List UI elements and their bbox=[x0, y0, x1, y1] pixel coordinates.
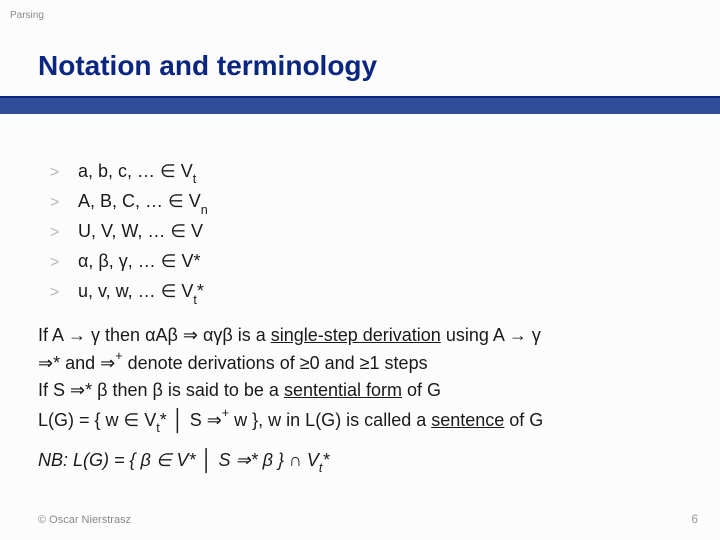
chevron-icon: > bbox=[50, 191, 78, 216]
notation-list: > a, b, c, … ∈ Vt > A, B, C, … ∈ Vn > U,… bbox=[50, 158, 208, 309]
page-title: Notation and terminology bbox=[38, 50, 377, 82]
body-line: If A → γ then αAβ ⇒ αγβ is a single-step… bbox=[38, 322, 700, 349]
list-text: u, v, w, … ∈ Vt* bbox=[78, 278, 204, 308]
nb-line: NB: L(G) = { β ∈ V* │ S ⇒* β } ∩ Vt* bbox=[38, 448, 329, 474]
title-rule bbox=[0, 96, 720, 114]
list-text: a, b, c, … ∈ Vt bbox=[78, 158, 196, 188]
chevron-icon: > bbox=[50, 281, 78, 306]
copyright: © Oscar Nierstrasz bbox=[38, 514, 131, 526]
list-item: > α, β, γ, … ∈ V* bbox=[50, 248, 208, 278]
list-item: > a, b, c, … ∈ Vt bbox=[50, 158, 208, 188]
body-line: L(G) = { w ∈ Vt* │ S ⇒+ w }, w in L(G) i… bbox=[38, 404, 700, 436]
list-text: A, B, C, … ∈ Vn bbox=[78, 188, 208, 218]
list-text: U, V, W, … ∈ V bbox=[78, 218, 203, 248]
list-item: > u, v, w, … ∈ Vt* bbox=[50, 278, 208, 308]
list-item: > A, B, C, … ∈ Vn bbox=[50, 188, 208, 218]
topic-label: Parsing bbox=[10, 10, 44, 21]
chevron-icon: > bbox=[50, 221, 78, 246]
body-line: If S ⇒* β then β is said to be a sentent… bbox=[38, 377, 700, 404]
chevron-icon: > bbox=[50, 251, 78, 276]
list-text: α, β, γ, … ∈ V* bbox=[78, 248, 200, 278]
chevron-icon: > bbox=[50, 161, 78, 186]
list-item: > U, V, W, … ∈ V bbox=[50, 218, 208, 248]
body-text: If A → γ then αAβ ⇒ αγβ is a single-step… bbox=[38, 322, 700, 436]
page-number: 6 bbox=[691, 512, 698, 526]
body-line: ⇒* and ⇒+ denote derivations of ≥0 and ≥… bbox=[38, 349, 700, 377]
